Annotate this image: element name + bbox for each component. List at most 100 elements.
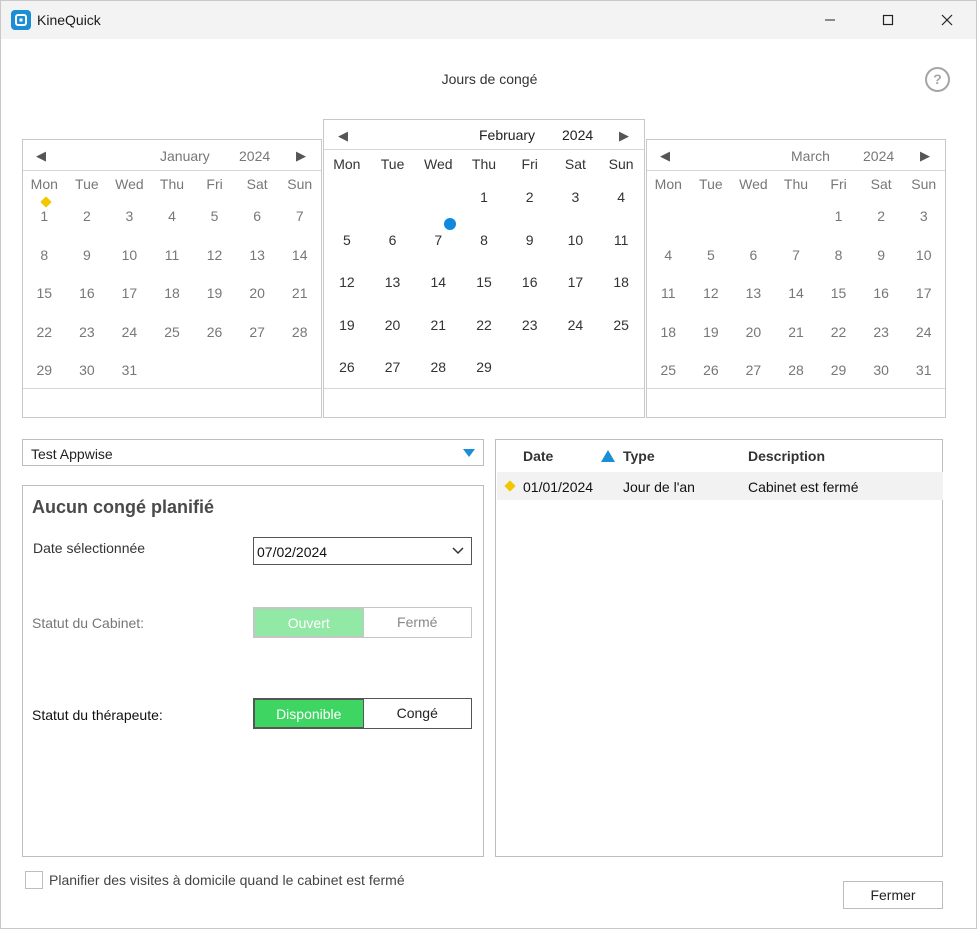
calendar-day[interactable]: 8 (23, 236, 66, 275)
calendar-day[interactable]: 3 (902, 197, 945, 236)
calendar-day[interactable]: 24 (108, 313, 151, 352)
calendar-day[interactable]: 10 (108, 236, 151, 275)
calendar-day[interactable]: 21 (775, 313, 818, 352)
calendar-day[interactable]: 14 (278, 236, 321, 275)
home-visits-checkbox[interactable] (25, 871, 43, 889)
calendar-day[interactable]: 16 (66, 274, 109, 313)
calendar-day[interactable]: 5 (690, 236, 733, 275)
calendar-day[interactable]: 2 (860, 197, 903, 236)
column-header-type[interactable]: Type (623, 448, 655, 464)
prev-month-icon[interactable]: ◀ (338, 120, 348, 151)
calendar-day[interactable]: 28 (278, 313, 321, 352)
calendar-day[interactable]: 18 (151, 274, 194, 313)
calendar-day[interactable]: 13 (370, 263, 416, 306)
minimize-button[interactable] (801, 1, 859, 39)
calendar-day[interactable]: 10 (902, 236, 945, 275)
prev-month-icon[interactable]: ◀ (660, 140, 670, 171)
calendar-day[interactable]: 19 (690, 313, 733, 352)
calendar-day[interactable]: 1 (817, 197, 860, 236)
calendar-day[interactable]: 16 (507, 263, 553, 306)
therapist-available-option[interactable]: Disponible (254, 699, 364, 728)
column-header-description[interactable]: Description (748, 448, 825, 464)
calendar-day[interactable]: 2 (507, 178, 553, 221)
calendar-day[interactable]: 12 (324, 263, 370, 306)
calendar-day[interactable]: 10 (553, 221, 599, 264)
calendar-day[interactable]: 3 (553, 178, 599, 221)
calendar-day[interactable]: 12 (193, 236, 236, 275)
calendar-day[interactable]: 18 (647, 313, 690, 352)
calendar-day[interactable]: 17 (902, 274, 945, 313)
column-header-date[interactable]: Date (523, 448, 553, 464)
calendar-day[interactable]: 8 (817, 236, 860, 275)
calendar-day[interactable]: 27 (370, 348, 416, 391)
calendar-day[interactable]: 22 (23, 313, 66, 352)
calendar-day[interactable]: 26 (193, 313, 236, 352)
calendar-day[interactable]: 25 (598, 306, 644, 349)
next-month-icon[interactable]: ▶ (619, 120, 629, 151)
cabinet-open-option[interactable]: Ouvert (254, 608, 364, 637)
table-row[interactable]: 01/01/2024 Jour de l'an Cabinet est ferm… (497, 472, 943, 500)
calendar-day[interactable]: 30 (66, 351, 109, 390)
calendar-day[interactable]: 27 (732, 351, 775, 390)
calendar-day[interactable]: 29 (23, 351, 66, 390)
calendar-day[interactable]: 1 (23, 196, 66, 236)
cabinet-closed-option[interactable]: Fermé (363, 608, 471, 637)
calendar-day[interactable]: 16 (860, 274, 903, 313)
calendar-day[interactable]: 29 (817, 351, 860, 390)
calendar-day[interactable]: 9 (860, 236, 903, 275)
calendar-day[interactable]: 15 (23, 274, 66, 313)
close-window-button[interactable] (918, 1, 976, 39)
prev-month-icon[interactable]: ◀ (36, 140, 46, 171)
calendar-day[interactable]: 8 (461, 221, 507, 264)
calendar-day[interactable]: 12 (690, 274, 733, 313)
calendar-day[interactable]: 14 (415, 263, 461, 306)
close-button[interactable]: Fermer (843, 881, 943, 909)
calendar-day[interactable]: 22 (817, 313, 860, 352)
calendar-day[interactable]: 4 (647, 236, 690, 275)
calendar-day[interactable]: 19 (193, 274, 236, 313)
calendar-day[interactable]: 27 (236, 313, 279, 352)
calendar-day[interactable]: 14 (775, 274, 818, 313)
calendar-day[interactable]: 23 (66, 313, 109, 352)
calendar-day[interactable]: 28 (415, 348, 461, 391)
calendar-day[interactable]: 20 (732, 313, 775, 352)
calendar-day[interactable]: 13 (236, 236, 279, 275)
calendar-day[interactable]: 2 (66, 197, 109, 236)
calendar-day[interactable]: 18 (598, 263, 644, 306)
calendar-day[interactable]: 6 (732, 236, 775, 275)
calendar-day[interactable]: 4 (151, 197, 194, 236)
calendar-day[interactable]: 22 (461, 306, 507, 349)
help-icon[interactable]: ? (925, 67, 950, 92)
calendar-day[interactable]: 28 (775, 351, 818, 390)
calendar-day[interactable]: 23 (507, 306, 553, 349)
calendar-day[interactable]: 7 (415, 217, 461, 264)
calendar-day[interactable]: 9 (66, 236, 109, 275)
calendar-day[interactable]: 20 (370, 306, 416, 349)
calendar-day[interactable]: 5 (324, 221, 370, 264)
calendar-day[interactable]: 4 (598, 178, 644, 221)
calendar-day[interactable]: 6 (236, 197, 279, 236)
therapist-leave-option[interactable]: Congé (363, 699, 471, 728)
next-month-icon[interactable]: ▶ (920, 140, 930, 171)
calendar-day[interactable]: 30 (860, 351, 903, 390)
calendar-day[interactable]: 19 (324, 306, 370, 349)
calendar-day[interactable]: 11 (151, 236, 194, 275)
calendar-day[interactable]: 11 (647, 274, 690, 313)
calendar-day[interactable]: 21 (415, 306, 461, 349)
calendar-day[interactable]: 20 (236, 274, 279, 313)
calendar-day[interactable]: 31 (902, 351, 945, 390)
calendar-day[interactable]: 24 (553, 306, 599, 349)
calendar-day[interactable]: 26 (690, 351, 733, 390)
calendar-day[interactable]: 29 (461, 348, 507, 391)
calendar-day[interactable]: 17 (553, 263, 599, 306)
calendar-day[interactable]: 25 (151, 313, 194, 352)
maximize-button[interactable] (859, 1, 917, 39)
calendar-day[interactable]: 26 (324, 348, 370, 391)
calendar-day[interactable]: 15 (461, 263, 507, 306)
calendar-day[interactable]: 11 (598, 221, 644, 264)
sort-ascending-icon[interactable] (601, 450, 615, 462)
calendar-day[interactable]: 24 (902, 313, 945, 352)
calendar-day[interactable]: 7 (775, 236, 818, 275)
calendar-day[interactable]: 17 (108, 274, 151, 313)
calendar-day[interactable]: 1 (461, 178, 507, 221)
